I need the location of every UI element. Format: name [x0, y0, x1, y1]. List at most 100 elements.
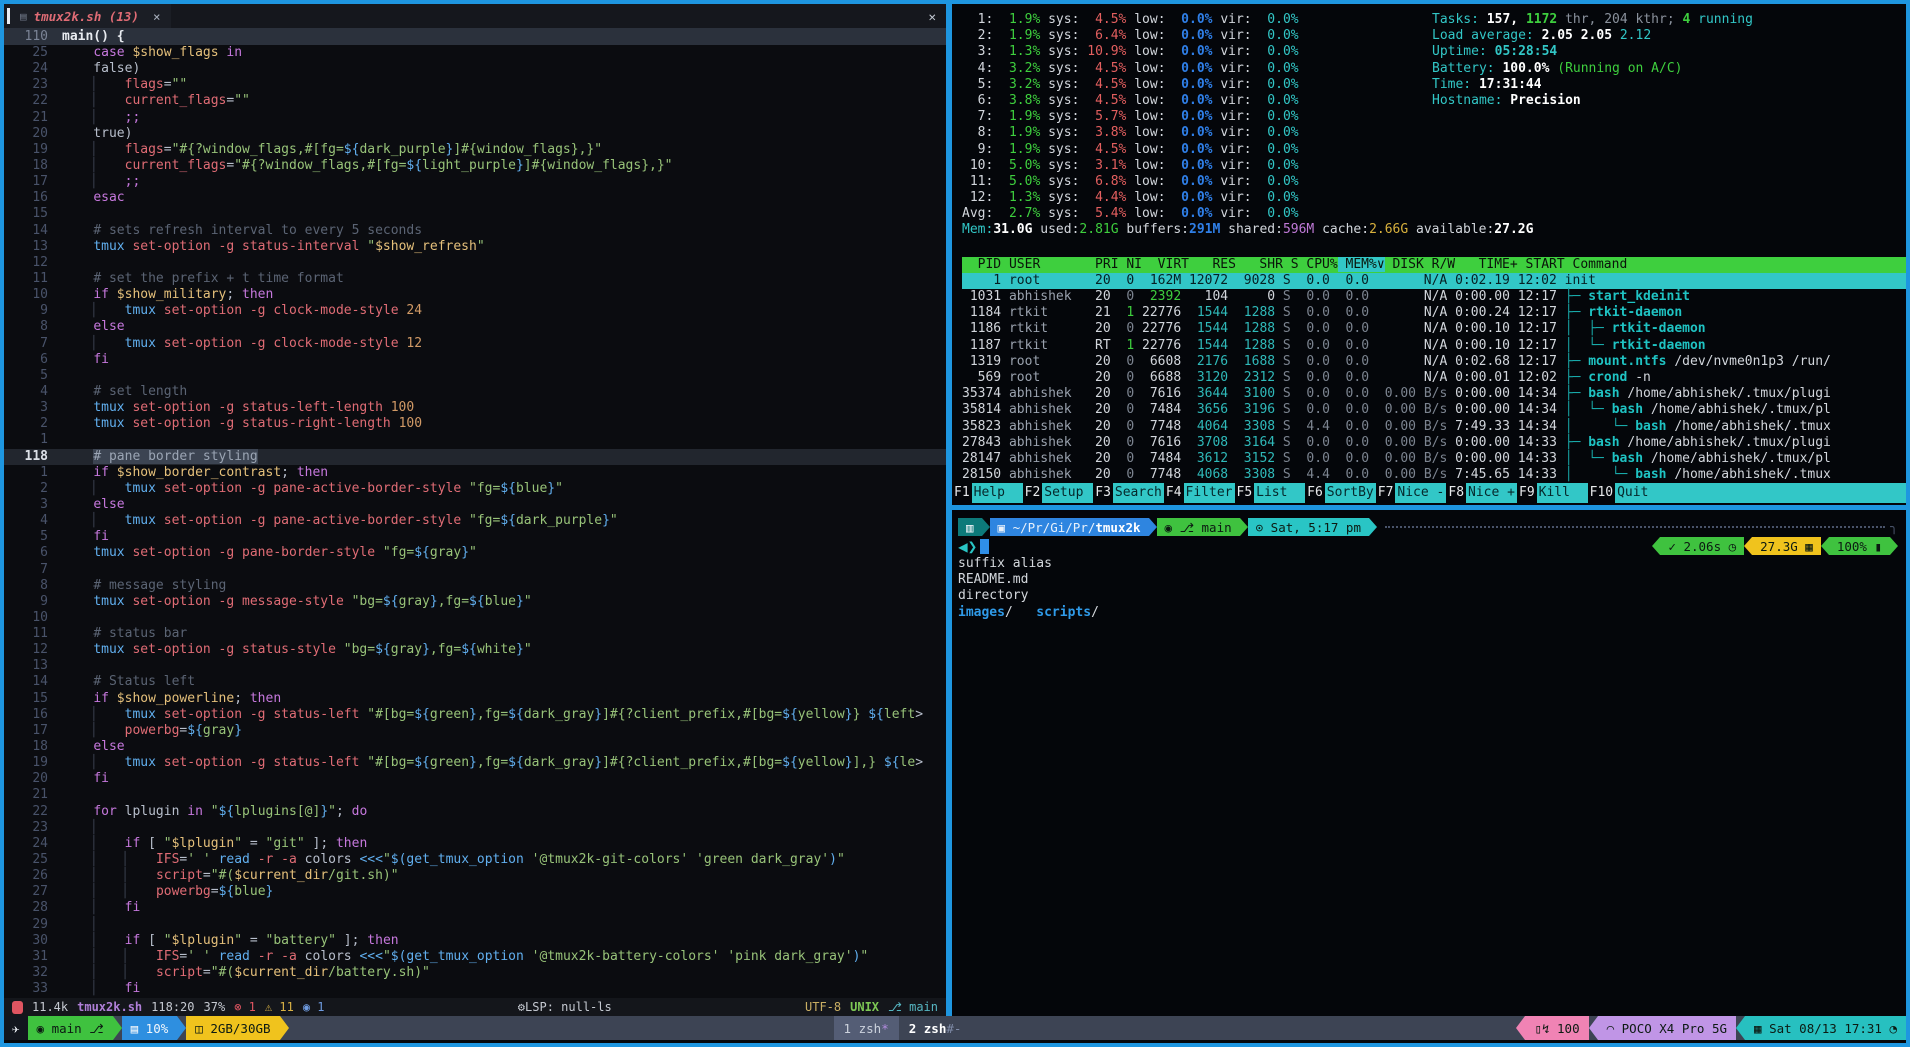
code-line[interactable]: 21	[4, 787, 946, 803]
code-line[interactable]: 24 false)	[4, 61, 946, 77]
process-row[interactable]: 28150 abhishek 20 0 7748 4068 3308 S 4.4…	[962, 467, 1906, 483]
close-all-icon[interactable]: ✕	[928, 9, 936, 24]
code-line[interactable]: 25 ▏ ▏ IFS=' ' read -r -a colors <<<"$(g…	[4, 852, 946, 868]
code-line[interactable]: 9 tmux set-option -g message-style "bg=$…	[4, 594, 946, 610]
code-line[interactable]: 25 case $show_flags in	[4, 45, 946, 61]
code-line[interactable]: 28 ▏ fi	[4, 900, 946, 916]
process-row[interactable]: 28147 abhishek 20 0 7484 3612 3152 S 0.0…	[962, 451, 1906, 467]
code-line[interactable]: 12	[4, 255, 946, 271]
code-line[interactable]: 14 # Status left	[4, 674, 946, 690]
process-row[interactable]: 35374 abhishek 20 0 7616 3644 3100 S 0.0…	[962, 386, 1906, 402]
code-line[interactable]: 20 true)	[4, 126, 946, 142]
process-table-header[interactable]: PID USER PRI NI VIRT RES SHR S CPU% MEM%…	[962, 257, 1906, 273]
process-row[interactable]: 1184 rtkit 21 1 22776 1544 1288 S 0.0 0.…	[962, 305, 1906, 321]
fkey-f10[interactable]: F10	[1588, 483, 1615, 503]
code-line[interactable]: 2 ▏ tmux set-option -g pane-active-borde…	[4, 481, 946, 497]
fkey-f6[interactable]: F6	[1305, 483, 1325, 503]
code-line[interactable]: 4 # set length	[4, 384, 946, 400]
fkey-label[interactable]: Nice +	[1466, 483, 1517, 503]
fkey-f2[interactable]: F2	[1023, 483, 1043, 503]
code-line[interactable]: 16 ▏ tmux set-option -g status-left "#[b…	[4, 707, 946, 723]
code-line[interactable]: 32 ▏ ▏ script="#($current_dir/battery.sh…	[4, 965, 946, 981]
editor-buffer[interactable]: 25 case $show_flags in24 false)23 ▏ flag…	[4, 45, 946, 997]
code-line[interactable]: 30 ▏ if [ "$lplugin" = "battery" ]; then	[4, 933, 946, 949]
code-line[interactable]: 26 ▏ ▏ script="#($current_dir/git.sh)"	[4, 868, 946, 884]
fkey-f4[interactable]: F4	[1164, 483, 1184, 503]
code-line[interactable]: 24 ▏ if [ "$lplugin" = "git" ]; then	[4, 836, 946, 852]
fkey-label[interactable]: SortBy	[1325, 483, 1376, 503]
fkey-f5[interactable]: F5	[1235, 483, 1255, 503]
code-line[interactable]: 22 for lplugin in "${lplugins[@]}"; do	[4, 804, 946, 820]
code-line[interactable]: 6 tmux set-option -g pane-border-style "…	[4, 545, 946, 561]
fkey-label[interactable]: List	[1254, 483, 1305, 503]
process-row[interactable]: 1319 root 20 0 6608 2176 1688 S 0.0 0.0 …	[962, 354, 1906, 370]
code-line[interactable]: 13	[4, 658, 946, 674]
code-line[interactable]: 5 fi	[4, 529, 946, 545]
code-line[interactable]: 5	[4, 368, 946, 384]
code-line[interactable]: 15	[4, 206, 946, 222]
code-line[interactable]: 7 ▏ tmux set-option -g clock-mode-style …	[4, 336, 946, 352]
process-row[interactable]: 35814 abhishek 20 0 7484 3656 3196 S 0.0…	[962, 402, 1906, 418]
process-header-row[interactable]: PID USER PRI NI VIRT RES SHR S CPU% MEM%…	[962, 257, 1906, 273]
process-row[interactable]: 569 root 20 0 6688 3120 2312 S 0.0 0.0 N…	[962, 370, 1906, 386]
code-line[interactable]: 20 fi	[4, 771, 946, 787]
process-row[interactable]: 27843 abhishek 20 0 7616 3708 3164 S 0.0…	[962, 435, 1906, 451]
editor-tab[interactable]: ▤ tmux2k.sh (13) ×	[10, 4, 171, 28]
fkey-f8[interactable]: F8	[1446, 483, 1466, 503]
launcher-icon[interactable]: ✈	[4, 1016, 28, 1040]
code-line[interactable]: 17 ▏ powerbg=${gray}	[4, 723, 946, 739]
code-line[interactable]: 10	[4, 610, 946, 626]
process-row[interactable]: 35823 abhishek 20 0 7748 4064 3308 S 4.4…	[962, 419, 1906, 435]
fkey-label[interactable]: Nice -	[1395, 483, 1446, 503]
code-line[interactable]: 10 if $show_military; then	[4, 287, 946, 303]
code-line[interactable]: 18 else	[4, 739, 946, 755]
code-line[interactable]: 3 else	[4, 497, 946, 513]
code-line[interactable]: 23 ▏ flags=""	[4, 77, 946, 93]
pane-divider-horizontal[interactable]	[952, 505, 1910, 510]
code-line[interactable]: 11 # set the prefix + t time format	[4, 271, 946, 287]
code-line[interactable]: 1 if $show_border_contrast; then	[4, 465, 946, 481]
process-table[interactable]: 1 root 20 0 162M 12072 9028 S 0.0 0.0 N/…	[962, 273, 1906, 483]
code-line[interactable]: 27 ▏ ▏ powerbg=${blue}	[4, 884, 946, 900]
code-line[interactable]: 3 tmux set-option -g status-left-length …	[4, 400, 946, 416]
code-line[interactable]: 2 tmux set-option -g status-right-length…	[4, 416, 946, 432]
fkey-label[interactable]: Quit	[1615, 483, 1650, 503]
code-line[interactable]: 29 ▏	[4, 917, 946, 933]
process-row[interactable]: 1187 rtkit RT 1 22776 1544 1288 S 0.0 0.…	[962, 338, 1906, 354]
fkey-label[interactable]: Help	[972, 483, 1023, 503]
code-line[interactable]: 12 tmux set-option -g status-style "bg=$…	[4, 642, 946, 658]
code-line[interactable]: 33 ▏ fi	[4, 981, 946, 997]
fkey-label[interactable]: Kill	[1537, 483, 1588, 503]
fkey-f9[interactable]: F9	[1517, 483, 1537, 503]
code-line[interactable]: 16 esac	[4, 190, 946, 206]
code-line[interactable]: 15 if $show_powerline; then	[4, 691, 946, 707]
code-line[interactable]: 13 tmux set-option -g status-interval "$…	[4, 239, 946, 255]
fkey-f3[interactable]: F3	[1093, 483, 1113, 503]
code-line[interactable]: 8 else	[4, 319, 946, 335]
code-line[interactable]: 7	[4, 562, 946, 578]
code-line[interactable]: 9 ▏ tmux set-option -g clock-mode-style …	[4, 303, 946, 319]
process-row[interactable]: 1 root 20 0 162M 12072 9028 S 0.0 0.0 N/…	[962, 273, 1906, 289]
code-line[interactable]: 8 # message styling	[4, 578, 946, 594]
code-line[interactable]: 14 # sets refresh interval to every 5 se…	[4, 223, 946, 239]
code-line[interactable]: 1	[4, 432, 946, 448]
code-line[interactable]: 19 ▏ flags="#{?window_flags,#[fg=${dark_…	[4, 142, 946, 158]
code-line[interactable]: 18 ▏ current_flags="#{?window_flags,#[fg…	[4, 158, 946, 174]
tab-close-icon[interactable]: ×	[153, 9, 161, 24]
code-line[interactable]: 21 ▏ ;;	[4, 110, 946, 126]
process-row[interactable]: 1031 abhishek 20 0 2392 104 0 S 0.0 0.0 …	[962, 289, 1906, 305]
fkey-label[interactable]: Setup	[1042, 483, 1093, 503]
code-line[interactable]: 6 fi	[4, 352, 946, 368]
code-line[interactable]: 17 ▏ ;;	[4, 174, 946, 190]
code-line[interactable]: 19 ▏ tmux set-option -g status-left "#[b…	[4, 755, 946, 771]
code-line[interactable]: 31 ▏ ▏ IFS=' ' read -r -a colors <<<"$(g…	[4, 949, 946, 965]
code-line[interactable]: 118 # pane border styling	[4, 449, 946, 465]
code-line[interactable]: 11 # status bar	[4, 626, 946, 642]
fkey-label[interactable]: Filter	[1184, 483, 1235, 503]
code-line[interactable]: 22 ▏ current_flags=""	[4, 93, 946, 109]
tmux-window-1[interactable]: 1 zsh*	[834, 1016, 899, 1040]
fkey-f1[interactable]: F1	[952, 483, 972, 503]
fkey-f7[interactable]: F7	[1376, 483, 1396, 503]
tmux-window-2[interactable]: 2 zsh#-	[899, 1016, 972, 1040]
code-line[interactable]: 4 ▏ tmux set-option -g pane-active-borde…	[4, 513, 946, 529]
